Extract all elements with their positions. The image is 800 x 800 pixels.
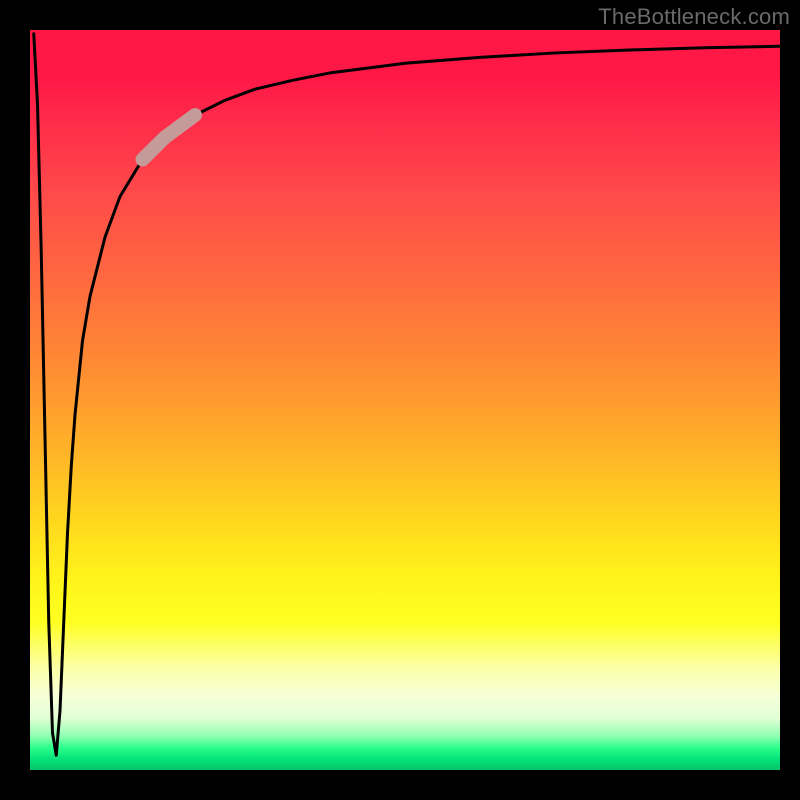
main-curve: [34, 34, 780, 756]
accent-segment: [143, 115, 196, 159]
curve-layer: [30, 30, 780, 770]
watermark-text: TheBottleneck.com: [598, 4, 790, 30]
plot-area: [30, 30, 780, 770]
chart-frame: TheBottleneck.com: [0, 0, 800, 800]
